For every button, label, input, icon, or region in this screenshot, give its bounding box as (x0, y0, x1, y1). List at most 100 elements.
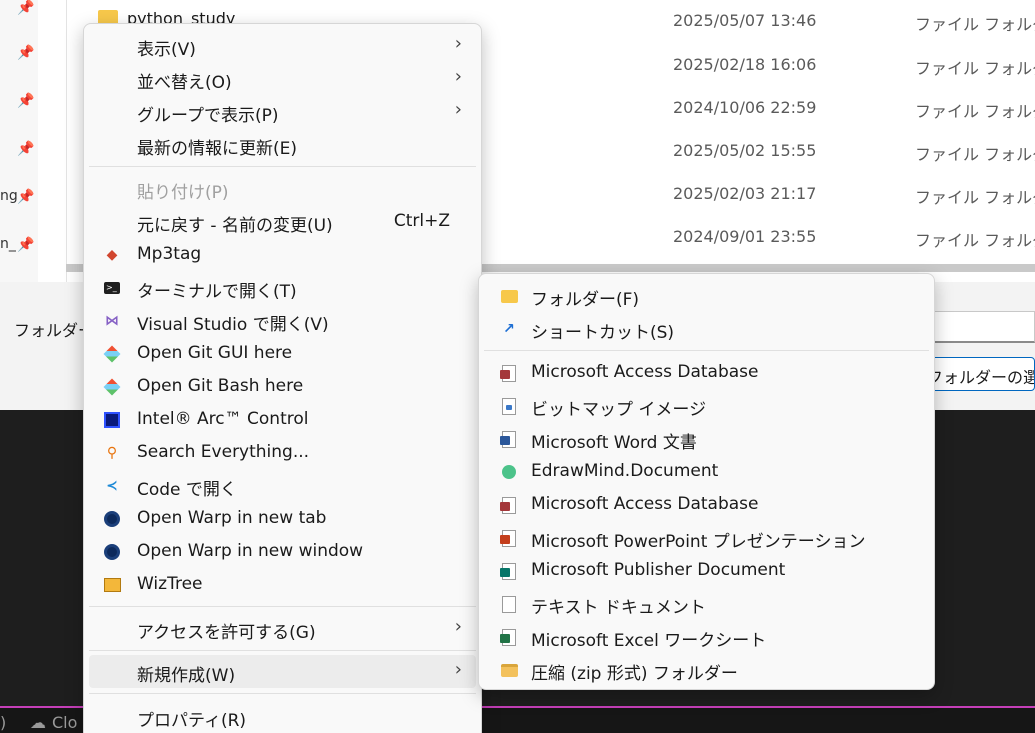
text-document-icon (500, 595, 518, 613)
submenu-item-folder[interactable]: フォルダー(F) (484, 279, 929, 312)
menu-item-group-by[interactable]: グループで表示(P) › (89, 95, 476, 128)
menu-item-wiztree[interactable]: WizTree (89, 568, 476, 601)
menu-item-properties[interactable]: プロパティ(R) (89, 700, 476, 733)
menu-item-open-terminal[interactable]: >_ ターミナルで開く(T) (89, 271, 476, 304)
file-date: 2025/02/03 21:17 (673, 184, 817, 203)
pin-icon[interactable]: 📌 (17, 141, 34, 157)
submenu-item-text-document[interactable]: テキスト ドキュメント (484, 587, 929, 620)
menu-item-label: Visual Studio で開く(V) (137, 315, 329, 335)
terminal-icon: >_ (103, 279, 121, 297)
nav-scrollbar[interactable] (38, 0, 66, 282)
menu-item-label: グループで表示(P) (137, 106, 279, 126)
excel-icon (500, 628, 518, 646)
file-date: 2025/02/18 16:06 (673, 55, 817, 74)
menu-item-label: Intel® Arc™ Control (137, 409, 309, 429)
file-type: ファイル フォルダー (915, 15, 1035, 34)
menu-item-label: 並べ替え(O) (137, 73, 232, 93)
menu-item-refresh[interactable]: 最新の情報に更新(E) (89, 128, 476, 161)
file-type: ファイル フォルダー (915, 188, 1035, 207)
menu-item-label: フォルダー(F) (531, 290, 640, 310)
zip-folder-icon (500, 661, 518, 679)
menu-item-label: Microsoft Access Database (531, 494, 759, 514)
chevron-right-icon: › (454, 659, 462, 680)
menu-item-mp3tag[interactable]: ◆ Mp3tag (89, 238, 476, 271)
visual-studio-icon: ⋈ (105, 313, 119, 329)
menu-separator (89, 166, 476, 167)
menu-item-search-everything[interactable]: ⚲ Search Everything... (89, 436, 476, 469)
menu-item-label: Microsoft Word 文書 (531, 433, 697, 453)
pane-divider[interactable] (66, 0, 67, 282)
select-folder-button[interactable]: フォルダーの選択 (920, 357, 1035, 391)
pin-icon[interactable]: 📌 (17, 45, 34, 61)
context-menu: 表示(V) › 並べ替え(O) › グループで表示(P) › 最新の情報に更新(… (83, 23, 482, 733)
menu-item-open-code[interactable]: ≺ Code で開く (89, 469, 476, 502)
file-type: ファイル フォルダー (915, 145, 1035, 164)
menu-item-label: テキスト ドキュメント (531, 598, 706, 618)
submenu-item-excel[interactable]: Microsoft Excel ワークシート (484, 620, 929, 653)
access-icon (500, 496, 518, 514)
menu-item-label: Open Warp in new window (137, 541, 364, 561)
menu-item-paste: 貼り付け(P) (89, 172, 476, 205)
navigation-pane: 📌 📌 📌 📌 ng 📌 n_ 📌 (0, 0, 38, 282)
word-icon (500, 430, 518, 448)
menu-item-warp-window[interactable]: Open Warp in new window (89, 535, 476, 568)
file-date: 2024/10/06 22:59 (673, 98, 817, 117)
submenu-item-shortcut[interactable]: ↗ ショートカット(S) (484, 312, 929, 345)
menu-item-label: Open Git GUI here (137, 343, 293, 363)
menu-item-label: Open Git Bash here (137, 376, 304, 396)
powerpoint-icon (500, 529, 518, 547)
menu-item-git-gui[interactable]: Open Git GUI here (89, 337, 476, 370)
menu-item-label: Mp3tag (137, 244, 202, 264)
file-date: 2025/05/02 15:55 (673, 141, 817, 160)
cloud-status[interactable]: Clo (52, 713, 77, 732)
menu-separator (484, 350, 929, 351)
nav-item-label[interactable]: n_ (0, 236, 16, 252)
menu-item-undo-rename[interactable]: 元に戻す - 名前の変更(U) Ctrl+Z (89, 205, 476, 238)
menu-item-label: Microsoft Excel ワークシート (531, 631, 767, 651)
submenu-item-powerpoint[interactable]: Microsoft PowerPoint プレゼンテーション (484, 521, 929, 554)
file-date: 2025/05/07 13:46 (673, 11, 817, 30)
nav-item-label[interactable]: ng (0, 188, 18, 204)
menu-item-label: 新規作成(W) (137, 666, 236, 686)
menu-item-label: ビットマップ イメージ (531, 400, 707, 420)
file-date: 2024/09/01 23:55 (673, 227, 817, 246)
submenu-item-zip-folder[interactable]: 圧縮 (zip 形式) フォルダー (484, 653, 929, 686)
menu-item-label: Open Warp in new tab (137, 508, 327, 528)
git-gui-icon (103, 345, 121, 363)
menu-separator (89, 693, 476, 694)
file-type: ファイル フォルダー (915, 59, 1035, 78)
menu-item-open-visual-studio[interactable]: ⋈ Visual Studio で開く(V) (89, 304, 476, 337)
pin-icon[interactable]: 📌 (17, 189, 34, 205)
menu-separator (89, 650, 476, 651)
menu-item-label: ターミナルで開く(T) (137, 282, 297, 302)
menu-item-warp-tab[interactable]: Open Warp in new tab (89, 502, 476, 535)
cloud-icon: ☁ (30, 713, 46, 732)
menu-item-label: 表示(V) (137, 40, 196, 60)
menu-item-new[interactable]: 新規作成(W) › (89, 655, 476, 688)
shortcut-icon: ↗ (503, 321, 515, 337)
menu-item-sort[interactable]: 並べ替え(O) › (89, 62, 476, 95)
access-icon (500, 364, 518, 382)
menu-item-label: Microsoft Access Database (531, 362, 759, 382)
menu-item-label: アクセスを許可する(G) (137, 623, 316, 643)
submenu-item-access-database-2[interactable]: Microsoft Access Database (484, 488, 929, 521)
submenu-item-edrawmind[interactable]: EdrawMind.Document (484, 455, 929, 488)
bitmap-icon (500, 397, 518, 415)
submenu-item-publisher[interactable]: Microsoft Publisher Document (484, 554, 929, 587)
folder-name-input[interactable] (920, 311, 1035, 343)
menu-item-give-access[interactable]: アクセスを許可する(G) › (89, 612, 476, 645)
submenu-item-word[interactable]: Microsoft Word 文書 (484, 422, 929, 455)
pin-icon[interactable]: 📌 (17, 0, 34, 16)
menu-item-label: Code で開く (137, 480, 237, 500)
menu-item-intel-arc[interactable]: Intel® Arc™ Control (89, 403, 476, 436)
warp-icon (103, 543, 121, 561)
menu-item-label: 貼り付け(P) (137, 183, 229, 203)
submenu-item-access-database[interactable]: Microsoft Access Database (484, 356, 929, 389)
menu-item-view[interactable]: 表示(V) › (89, 29, 476, 62)
menu-item-git-bash[interactable]: Open Git Bash here (89, 370, 476, 403)
chevron-right-icon: › (454, 99, 462, 120)
pin-icon[interactable]: 📌 (17, 93, 34, 109)
warp-icon (103, 510, 121, 528)
submenu-item-bitmap[interactable]: ビットマップ イメージ (484, 389, 929, 422)
pin-icon[interactable]: 📌 (17, 237, 34, 253)
